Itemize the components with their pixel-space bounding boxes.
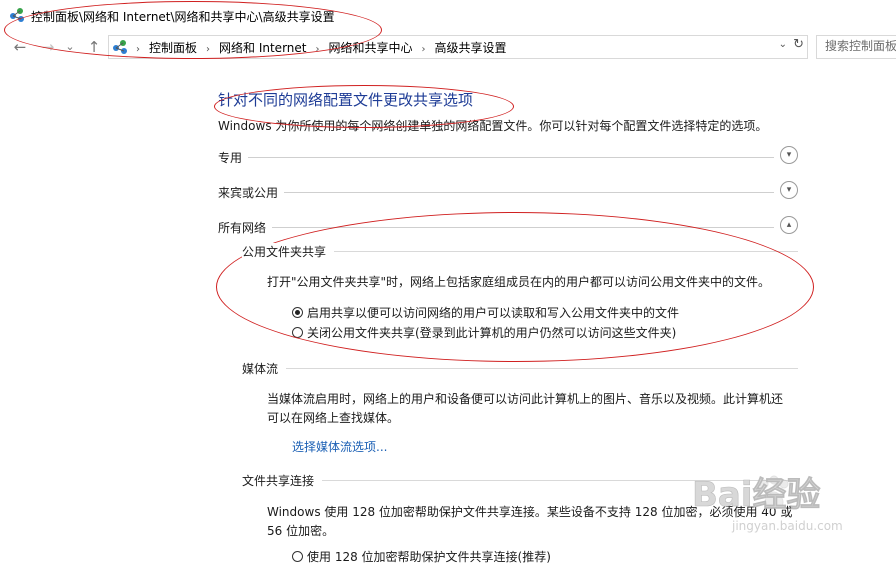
profile-label: 所有网络 (218, 219, 273, 236)
radio-128bit-encryption[interactable]: 使用 128 位加密帮助保护文件共享连接(推荐) (292, 548, 551, 566)
breadcrumb: › 控制面板 › 网络和 Internet › 网络和共享中心 › 高级共享设置 (136, 39, 507, 56)
breadcrumb-separator-icon: › (136, 44, 140, 55)
media-description-line1: 当媒体流启用时，网络上的用户和设备便可以访问此计算机上的图片、音乐以及视频。此计… (267, 392, 784, 406)
radio-button[interactable] (292, 551, 303, 562)
media-streaming-header: 媒体流 (242, 360, 798, 378)
media-streaming-options-link[interactable]: 选择媒体流选项... (292, 438, 387, 455)
watermark-text: Bai经验 (692, 475, 821, 515)
page-title: 针对不同的网络配置文件更改共享选项 (218, 91, 474, 109)
breadcrumb-item-network-sharing-center[interactable]: 网络和共享中心 (328, 41, 412, 55)
search-input[interactable] (817, 36, 896, 56)
chevron-up-icon[interactable]: ▴ (780, 216, 798, 234)
section-title: 文件共享连接 (242, 472, 323, 489)
chevron-down-icon[interactable]: ⌄ (779, 39, 787, 50)
divider (218, 157, 774, 158)
address-bar[interactable]: › 控制面板 › 网络和 Internet › 网络和共享中心 › 高级共享设置 ⌄ ↻ (108, 35, 808, 59)
section-title: 媒体流 (242, 360, 287, 377)
chevron-down-icon[interactable]: ▾ (780, 181, 798, 199)
page-description: Windows 为你所使用的每个网络创建单独的网络配置文件。你可以针对每个配置文… (218, 119, 768, 133)
network-sharing-icon (113, 40, 127, 54)
radio-enable-public-sharing[interactable]: 启用共享以便可以访问网络的用户可以读取和写入公用文件夹中的文件 (292, 304, 679, 322)
section-title: 公用文件夹共享 (242, 243, 335, 260)
radio-disable-public-sharing[interactable]: 关闭公用文件夹共享(登录到此计算机的用户仍然可以访问这些文件夹) (292, 324, 676, 342)
forward-arrow-icon[interactable]: → (38, 37, 58, 57)
network-sharing-icon (10, 8, 24, 22)
baidu-watermark-logo: Bai经验 jingyan.baidu.com (692, 475, 843, 533)
title-bar: 控制面板\网络和 Internet\网络和共享中心\高级共享设置 (0, 0, 896, 32)
profile-label: 专用 (218, 149, 249, 166)
breadcrumb-separator-icon[interactable]: › (422, 44, 426, 55)
public-folder-sharing-header: 公用文件夹共享 (242, 243, 798, 261)
file-sharing-description-line2: 56 位加密。 (267, 524, 335, 538)
radio-label[interactable]: 启用共享以便可以访问网络的用户可以读取和写入公用文件夹中的文件 (307, 306, 679, 320)
chevron-down-icon[interactable]: ▾ (780, 146, 798, 164)
search-box[interactable] (816, 35, 896, 59)
divider (242, 368, 798, 369)
recent-locations-icon[interactable]: ⌄ (63, 37, 77, 57)
breadcrumb-item-network-internet[interactable]: 网络和 Internet (219, 41, 306, 55)
breadcrumb-item-control-panel[interactable]: 控制面板 (149, 41, 197, 55)
profile-all-networks[interactable]: 所有网络 ▴ (218, 216, 798, 238)
public-folder-description: 打开"公用文件夹共享"时，网络上包括家庭组成员在内的用户都可以访问公用文件夹中的… (267, 275, 771, 289)
divider (218, 227, 774, 228)
window-title: 控制面板\网络和 Internet\网络和共享中心\高级共享设置 (31, 10, 335, 24)
profile-guest-public[interactable]: 来宾或公用 ▾ (218, 181, 798, 203)
media-description-line2: 可以在网络上查找媒体。 (267, 411, 400, 425)
breadcrumb-separator-icon[interactable]: › (315, 44, 319, 55)
divider (218, 192, 774, 193)
breadcrumb-separator-icon[interactable]: › (206, 44, 210, 55)
up-arrow-icon[interactable]: ↑ (84, 37, 104, 57)
breadcrumb-item-advanced-sharing[interactable]: 高级共享设置 (435, 41, 507, 55)
profile-private[interactable]: 专用 ▾ (218, 146, 798, 168)
radio-button-checked[interactable] (292, 307, 303, 318)
back-arrow-icon[interactable]: ← (10, 37, 30, 57)
radio-label[interactable]: 使用 128 位加密帮助保护文件共享连接(推荐) (307, 550, 551, 564)
radio-button[interactable] (292, 327, 303, 338)
radio-label[interactable]: 关闭公用文件夹共享(登录到此计算机的用户仍然可以访问这些文件夹) (307, 326, 676, 340)
refresh-icon[interactable]: ↻ (793, 37, 804, 52)
watermark-url: jingyan.baidu.com (731, 519, 843, 533)
profile-label: 来宾或公用 (218, 184, 285, 201)
